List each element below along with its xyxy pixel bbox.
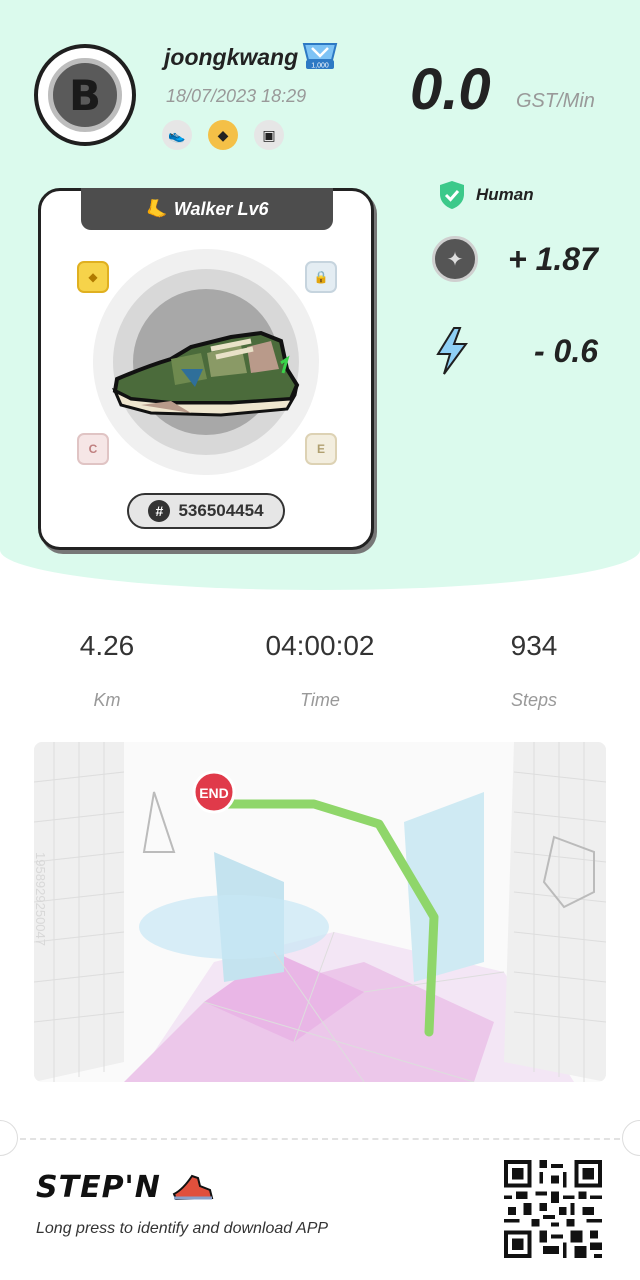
lightning-icon (436, 327, 468, 375)
run-metrics: 4.26 Km 04:00:02 Time 934 Steps (0, 630, 640, 730)
distance-label: Km (93, 690, 121, 710)
gain-value: + 1.87 (508, 240, 598, 277)
sneaker-card[interactable]: 🦶 Walker Lv6 ◆ 🔒 C E # 536504454 (38, 188, 374, 550)
attribute-icons: 👟 ◆ ▣ (162, 120, 284, 150)
energy-stat: - 0.6 (432, 326, 598, 376)
username: joongkwang (164, 44, 299, 70)
sneaker-icon: 👟 (162, 120, 192, 150)
route-map: END 1958929250047 (34, 742, 606, 1082)
distance-metric: 4.26 Km (7, 630, 207, 711)
svg-text:1,000: 1,000 (311, 63, 329, 70)
sneaker-id: 536504454 (178, 501, 264, 520)
sneaker-coin-icon: ✦ (432, 236, 478, 282)
energy-value: - 0.6 (534, 332, 599, 369)
steps-label: Steps (510, 690, 558, 710)
bitcoin-icon: B (48, 58, 122, 132)
run-datetime: 18/07/2023 18:29 (166, 86, 307, 106)
sneaker-id-pill[interactable]: # 536504454 (127, 493, 285, 529)
dashed-divider (20, 1138, 620, 1140)
footprint-icon: 🦶 (145, 198, 168, 219)
hash-icon: # (148, 500, 171, 522)
human-verification: Human (438, 180, 534, 210)
gem-slot-4-lock-icon[interactable]: E (305, 433, 337, 465)
ticket-notch-left (0, 1120, 18, 1156)
ticket-icon: ▣ (254, 120, 284, 150)
time-label: Time (300, 690, 340, 710)
download-hint: Long press to identify and download APP (36, 1220, 329, 1237)
stepn-logo: STEP'N (36, 1170, 161, 1205)
qr-code[interactable] (504, 1160, 602, 1258)
earning-rate-value: 0.0 (410, 57, 491, 122)
steps-value: 934 (510, 630, 558, 661)
sneaker-logo-icon (172, 1174, 214, 1201)
sneaker-image (112, 330, 300, 417)
route-map-canvas: END 1958929250047 (34, 742, 606, 1082)
gem-slot-1[interactable]: ◆ (77, 261, 109, 293)
avatar[interactable]: B (34, 44, 136, 146)
time-value: 04:00:02 (265, 630, 375, 661)
ticket-notch-right (622, 1120, 640, 1156)
map-side-text: 1958929250047 (34, 852, 48, 946)
earning-rate-unit: GST/Min (516, 90, 595, 112)
steps-metric: 934 Steps (434, 630, 634, 711)
end-marker: END (199, 785, 229, 801)
time-metric: 04:00:02 Time (220, 630, 420, 711)
sneaker-level-tab: 🦶 Walker Lv6 (81, 188, 333, 230)
human-label: Human (476, 185, 534, 204)
sneaker-title: Walker Lv6 (173, 198, 269, 219)
gem-slot-3-lock-icon[interactable]: C (77, 433, 109, 465)
gain-stat: ✦ + 1.87 (432, 236, 598, 282)
distance-value: 4.26 (79, 630, 135, 661)
gem-slot-2-lock-icon[interactable]: 🔒 (305, 261, 337, 293)
gem-icon: ◆ (208, 120, 238, 150)
level-badge-icon: 1,000 (302, 43, 338, 70)
shield-check-icon (440, 181, 464, 209)
